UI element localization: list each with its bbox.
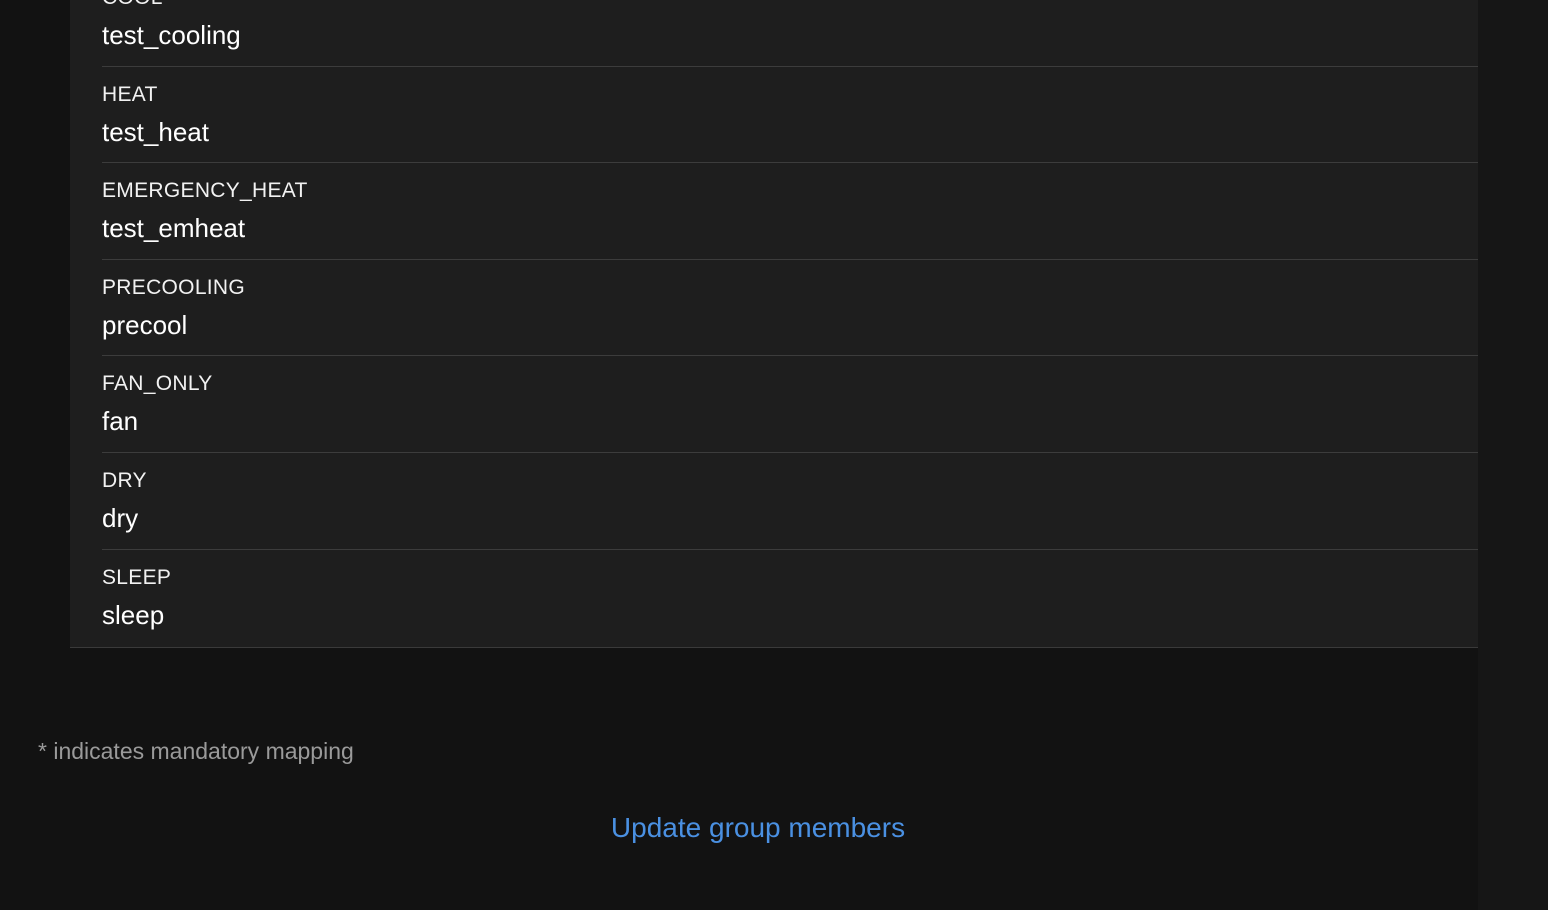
mapping-value: sleep	[102, 599, 165, 630]
mapping-row-precooling[interactable]: PRECOOLING precool	[102, 260, 1478, 357]
mandatory-mapping-note: * indicates mandatory mapping	[38, 738, 354, 764]
mode-mapping-list: COOL test_cooling HEAT test_heat EMERGEN…	[70, 0, 1478, 648]
mapping-row-heat[interactable]: HEAT test_heat	[102, 67, 1478, 164]
page-edge-panel	[1478, 0, 1548, 910]
mapping-key: PRECOOLING	[102, 275, 246, 299]
mapping-row-sleep[interactable]: SLEEP sleep	[102, 550, 1478, 647]
mapping-row-cool[interactable]: COOL test_cooling	[102, 0, 1478, 67]
mapping-rows: COOL test_cooling HEAT test_heat EMERGEN…	[102, 0, 1478, 646]
mapping-key: DRY	[102, 468, 147, 492]
mapping-key: HEAT	[102, 82, 158, 106]
mapping-value: test_cooling	[102, 20, 241, 50]
mapping-value: test_emheat	[102, 213, 246, 244]
mapping-key: COOL	[102, 0, 163, 10]
update-group-members-link[interactable]: Update group members	[0, 812, 1516, 844]
mapping-key: SLEEP	[102, 565, 172, 589]
mapping-value: dry	[102, 502, 139, 533]
mapping-key: FAN_ONLY	[102, 372, 213, 396]
mapping-row-fan-only[interactable]: FAN_ONLY fan	[102, 356, 1478, 453]
mapping-value: precool	[102, 309, 188, 340]
mapping-row-emergency-heat[interactable]: EMERGENCY_HEAT test_emheat	[102, 163, 1478, 260]
mapping-value: fan	[102, 406, 139, 437]
mapping-key: EMERGENCY_HEAT	[102, 179, 308, 203]
mapping-value: test_heat	[102, 116, 209, 147]
mapping-row-dry[interactable]: DRY dry	[102, 453, 1478, 550]
